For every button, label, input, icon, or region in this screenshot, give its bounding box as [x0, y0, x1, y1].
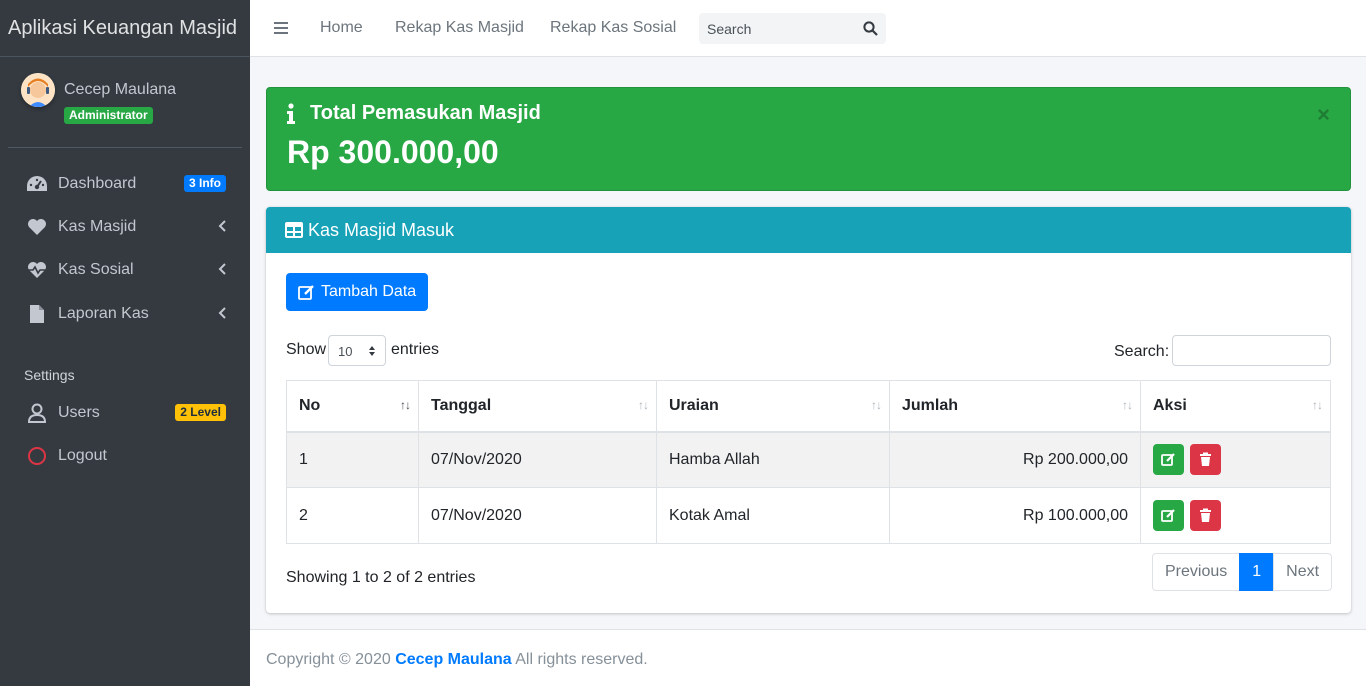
sidebar-item-label: Kas Sosial	[58, 261, 134, 278]
total-income-alert: Total Pemasukan Masjid Rp 300.000,00 ×	[266, 87, 1351, 191]
sort-icon: ↑↓	[638, 398, 649, 412]
table-info: Showing 1 to 2 of 2 entries	[286, 569, 476, 586]
table-search-input[interactable]	[1172, 335, 1331, 366]
avatar[interactable]	[21, 73, 55, 107]
trash-icon	[1200, 508, 1211, 522]
info-badge: 3 Info	[184, 175, 226, 192]
heartbeat-icon	[26, 260, 48, 280]
alert-title: Total Pemasukan Masjid	[310, 102, 541, 124]
navbar-search-input[interactable]	[699, 13, 849, 44]
close-icon[interactable]: ×	[1317, 104, 1330, 126]
cell-jumlah: Rp 200.000,00	[889, 431, 1141, 488]
circle-icon	[26, 446, 48, 466]
select-arrows-icon	[369, 346, 375, 356]
cell-aksi	[1140, 431, 1331, 488]
card-title: Kas Masjid Masuk	[308, 220, 455, 240]
brand-title[interactable]: Aplikasi Keuangan Masjid	[0, 0, 250, 57]
menu-toggle-icon[interactable]	[274, 21, 288, 35]
sidebar-item-kas-masjid[interactable]: Kas Masjid	[8, 208, 242, 246]
add-data-button[interactable]: Tambah Data	[286, 273, 428, 311]
nav-link-rekap-kas-masjid[interactable]: Rekap Kas Masjid	[395, 19, 524, 37]
file-icon	[26, 304, 48, 324]
footer-author-link[interactable]: Cecep Maulana	[395, 651, 511, 668]
kas-table: No ↑↓ Tanggal ↑↓ Uraian ↑↓ Jumlah ↑↓ Aksi ↑↓ …	[286, 380, 1331, 544]
navbar-search	[699, 13, 886, 44]
footer: Copyright © 2020 Cecep Maulana All right…	[250, 629, 1366, 686]
kas-masjid-card: Kas Masjid Masuk Tambah Data Show 10 ent…	[266, 207, 1351, 613]
sidebar-item-laporan-kas[interactable]: Laporan Kas	[8, 295, 242, 333]
copyright-prefix: Copyright © 2020	[266, 651, 391, 668]
sidebar-item-label: Users	[58, 404, 100, 421]
column-header-jumlah[interactable]: Jumlah ↑↓	[889, 380, 1141, 433]
cell-tanggal: 07/Nov/2020	[418, 431, 657, 488]
edit-button[interactable]	[1153, 444, 1184, 476]
table-row: 1 07/Nov/2020 Hamba Allah Rp 200.000,00	[286, 431, 1331, 488]
edit-icon	[1161, 453, 1175, 467]
settings-header: Settings	[24, 367, 75, 383]
cell-no: 1	[286, 431, 419, 488]
entries-select[interactable]: 10	[328, 335, 386, 366]
edit-icon	[298, 285, 314, 300]
show-label: Show	[286, 341, 327, 358]
column-header-uraian[interactable]: Uraian ↑↓	[656, 380, 890, 433]
sidebar-item-label: Laporan Kas	[58, 305, 149, 322]
user-panel: Cecep Maulana Administrator	[8, 57, 242, 148]
heart-icon	[26, 217, 48, 237]
column-header-no[interactable]: No ↑↓	[286, 380, 419, 433]
next-page-button[interactable]: Next	[1273, 553, 1333, 591]
role-badge: Administrator	[64, 107, 153, 124]
sort-icon: ↑↓	[1312, 398, 1323, 412]
top-navbar: Home Rekap Kas Masjid Rekap Kas Sosial	[250, 0, 1366, 57]
previous-page-button[interactable]: Previous	[1152, 553, 1241, 591]
cell-uraian: Hamba Allah	[656, 431, 890, 488]
edit-button[interactable]	[1153, 500, 1184, 531]
table-search-label: Search:	[1114, 343, 1170, 360]
chevron-left-icon	[218, 263, 226, 275]
level-badge: 2 Level	[175, 404, 226, 421]
cell-no: 2	[286, 487, 419, 544]
sidebar: Aplikasi Keuangan Masjid Cecep Maulana A…	[0, 0, 250, 686]
sidebar-item-kas-sosial[interactable]: Kas Sosial	[8, 251, 242, 289]
pagination: Previous 1 Next	[1152, 553, 1333, 591]
column-header-tanggal[interactable]: Tanggal ↑↓	[418, 380, 657, 433]
delete-button[interactable]	[1190, 500, 1221, 531]
cell-uraian: Kotak Amal	[656, 487, 890, 544]
sidebar-item-label: Logout	[58, 447, 107, 464]
sort-icon: ↑↓	[871, 398, 882, 412]
edit-icon	[1161, 509, 1175, 522]
footer-text: Copyright © 2020 Cecep Maulana All right…	[266, 651, 648, 669]
card-header: Kas Masjid Masuk	[266, 207, 1351, 253]
entries-label: entries	[391, 341, 440, 358]
table-row: 2 07/Nov/2020 Kotak Amal Rp 100.000,00	[286, 487, 1331, 544]
page-1-button[interactable]: 1	[1239, 553, 1275, 591]
sidebar-item-label: Kas Masjid	[58, 218, 137, 235]
table-icon	[285, 222, 303, 238]
entries-value: 10	[338, 344, 353, 359]
total-amount: Rp 300.000,00	[287, 134, 499, 170]
cell-aksi	[1140, 487, 1331, 544]
chevron-left-icon	[218, 307, 226, 319]
chevron-left-icon	[218, 220, 226, 232]
add-data-label: Tambah Data	[321, 283, 417, 300]
nav-link-home[interactable]: Home	[320, 19, 363, 37]
info-icon	[287, 103, 295, 124]
cell-tanggal: 07/Nov/2020	[418, 487, 657, 544]
delete-button[interactable]	[1190, 444, 1221, 476]
sidebar-item-users[interactable]: Users 2 Level	[8, 394, 242, 432]
table-header-row: No ↑↓ Tanggal ↑↓ Uraian ↑↓ Jumlah ↑↓ Aksi ↑↓	[286, 380, 1331, 433]
tachometer-icon	[26, 174, 48, 194]
copyright-suffix: All rights reserved.	[515, 651, 648, 668]
nav-link-rekap-kas-sosial[interactable]: Rekap Kas Sosial	[550, 19, 676, 37]
trash-icon	[1200, 452, 1211, 467]
user-name[interactable]: Cecep Maulana	[64, 81, 176, 99]
sidebar-item-dashboard[interactable]: Dashboard 3 Info	[8, 165, 242, 203]
sidebar-item-logout[interactable]: Logout	[8, 437, 242, 475]
sidebar-item-label: Dashboard	[58, 175, 137, 192]
sort-icon: ↑↓	[1122, 398, 1133, 412]
user-icon	[26, 403, 48, 423]
sort-icon: ↑↓	[400, 398, 411, 412]
column-header-aksi[interactable]: Aksi ↑↓	[1140, 380, 1331, 433]
cell-jumlah: Rp 100.000,00	[889, 487, 1141, 544]
search-icon[interactable]	[863, 21, 878, 36]
